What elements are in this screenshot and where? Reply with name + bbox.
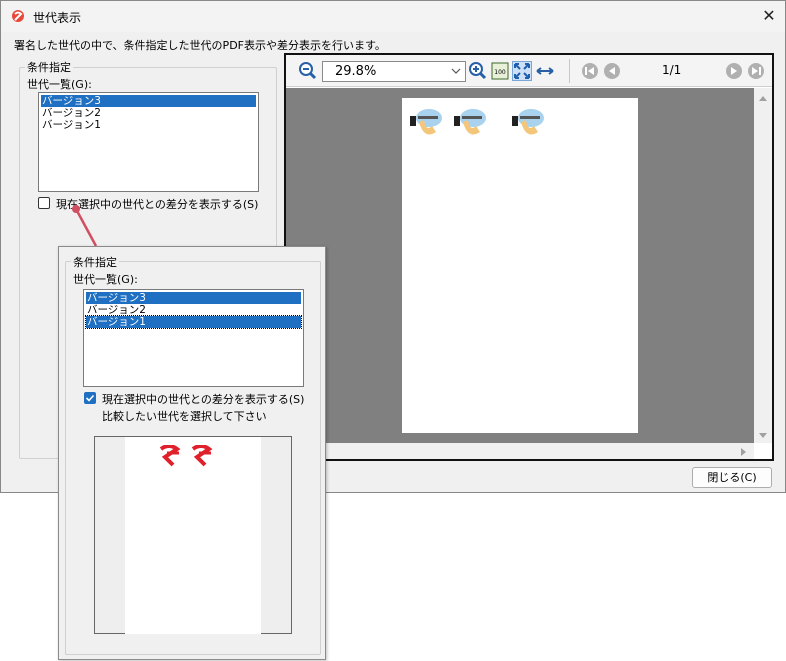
fit-page-icon[interactable] bbox=[512, 61, 532, 81]
title-bar: 世代表示 ✕ bbox=[1, 1, 785, 32]
generation-list[interactable]: バージョン3 バージョン2 バージョン1 bbox=[83, 289, 304, 387]
fit-width-icon[interactable] bbox=[535, 61, 555, 81]
pdf-page bbox=[402, 98, 638, 433]
conditions-group-label: 条件指定 bbox=[25, 59, 73, 75]
conditions-group-label: 条件指定 bbox=[71, 254, 119, 270]
chevron-down-icon[interactable] bbox=[450, 65, 462, 77]
zoom-in-icon[interactable] bbox=[468, 61, 488, 81]
list-item[interactable]: バージョン2 bbox=[41, 107, 256, 119]
diff-checkbox-label: 現在選択中の世代との差分を表示する(S) bbox=[56, 198, 259, 211]
next-page-icon[interactable] bbox=[724, 61, 744, 81]
prev-page-icon[interactable] bbox=[602, 61, 622, 81]
vertical-scrollbar[interactable] bbox=[754, 88, 772, 443]
list-item[interactable]: バージョン3 bbox=[86, 292, 301, 304]
zoom-level-select[interactable]: 29.8% bbox=[322, 61, 466, 82]
scroll-right-icon[interactable] bbox=[740, 447, 748, 460]
generation-list[interactable]: バージョン3 バージョン2 バージョン1 bbox=[38, 92, 259, 192]
pdf-canvas[interactable] bbox=[286, 88, 754, 443]
window-title: 世代表示 bbox=[33, 11, 82, 25]
generation-list-label: 世代一覧(G): bbox=[27, 78, 92, 91]
signature-stamp-icon bbox=[410, 106, 444, 145]
diff-hint-text: 比較したい世代を選択して下さい bbox=[102, 410, 267, 423]
app-icon bbox=[11, 9, 25, 23]
diff-checkbox-label: 現在選択中の世代との差分を表示する(S) bbox=[102, 393, 305, 406]
generation-list-label: 世代一覧(G): bbox=[73, 273, 138, 286]
diff-preview-page bbox=[125, 437, 261, 634]
signature-stamp-icon bbox=[454, 106, 488, 145]
description-text: 署名した世代の中で、条件指定した世代のPDF表示や差分表示を行います。 bbox=[14, 39, 386, 52]
pdf-viewer: 29.8% 100 1/1 bbox=[284, 53, 774, 461]
list-item[interactable]: バージョン3 bbox=[41, 95, 256, 107]
diff-checkbox[interactable] bbox=[84, 392, 96, 404]
signature-stamp-icon bbox=[512, 106, 546, 145]
diff-checkbox[interactable] bbox=[38, 197, 50, 209]
viewer-toolbar: 29.8% 100 1/1 bbox=[286, 55, 772, 87]
list-item[interactable]: バージョン1 bbox=[85, 315, 302, 329]
checkmark-icon bbox=[85, 394, 95, 402]
first-page-icon[interactable] bbox=[580, 61, 600, 81]
diff-preview bbox=[94, 436, 292, 634]
diff-mark-icon bbox=[189, 444, 215, 470]
page-indicator: 1/1 bbox=[662, 63, 682, 77]
close-button[interactable]: 閉じる(C) bbox=[692, 467, 772, 488]
last-page-icon[interactable] bbox=[746, 61, 766, 81]
list-item[interactable]: バージョン1 bbox=[41, 119, 256, 131]
zoom-out-icon[interactable] bbox=[298, 61, 318, 81]
close-icon[interactable]: ✕ bbox=[755, 3, 783, 29]
toolbar-divider bbox=[569, 59, 570, 83]
diff-mark-icon bbox=[157, 444, 183, 470]
actual-size-icon[interactable]: 100 bbox=[490, 61, 510, 81]
callout-panel: 条件指定 世代一覧(G): バージョン3 バージョン2 バージョン1 現在選択中… bbox=[58, 246, 326, 660]
scroll-down-icon[interactable] bbox=[758, 430, 768, 443]
list-item[interactable]: バージョン2 bbox=[86, 304, 301, 316]
scroll-up-icon[interactable] bbox=[758, 92, 768, 105]
svg-text:100: 100 bbox=[494, 69, 506, 76]
horizontal-scrollbar[interactable] bbox=[286, 443, 754, 459]
